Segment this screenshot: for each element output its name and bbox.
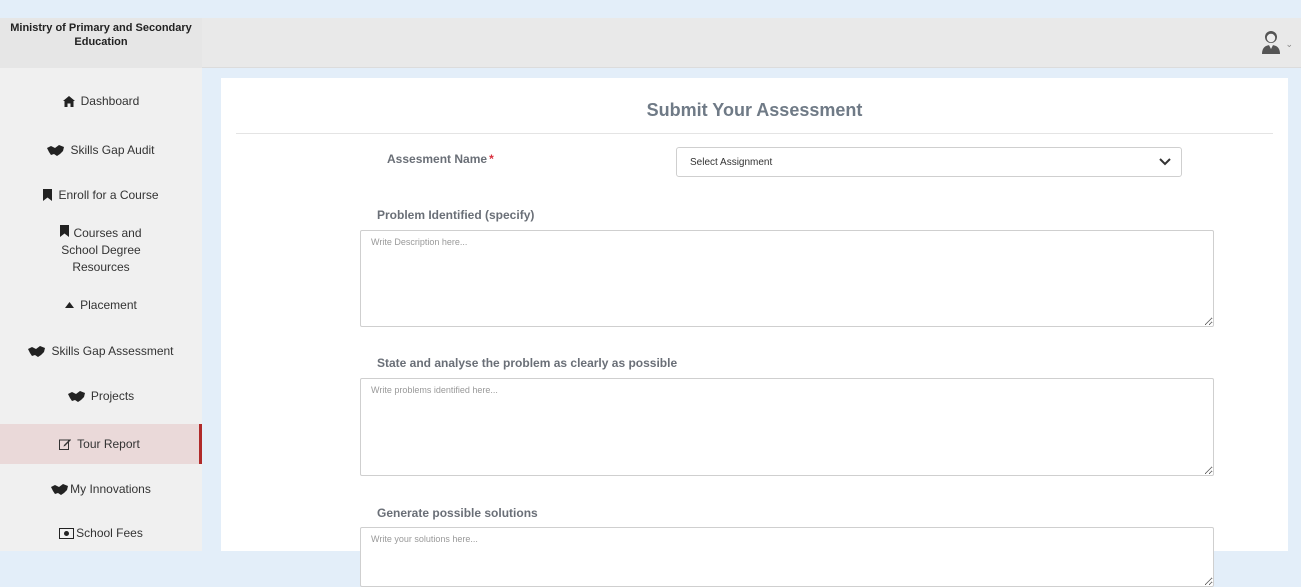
title-divider bbox=[236, 133, 1273, 134]
analyse-textarea[interactable] bbox=[360, 378, 1214, 476]
handshake-icon bbox=[28, 345, 46, 357]
chevron-down-icon: ⌄ bbox=[1285, 39, 1293, 49]
assessment-name-text: Assesment Name bbox=[387, 152, 488, 166]
problem-textarea[interactable] bbox=[360, 230, 1214, 327]
assessment-select[interactable]: Select Assignment bbox=[676, 147, 1182, 177]
sidebar: Ministry of Primary and Secondary Educat… bbox=[0, 18, 202, 551]
sidebar-item-text: Courses and School Degree Resources bbox=[41, 224, 161, 276]
user-menu[interactable]: ⌄ bbox=[1261, 30, 1293, 59]
solutions-label: Generate possible solutions bbox=[377, 506, 538, 520]
money-icon bbox=[59, 527, 75, 539]
sidebar-item-label: Skills Gap Audit bbox=[70, 142, 155, 157]
caret-up-icon bbox=[65, 302, 75, 308]
sidebar-item-label: Tour Report bbox=[77, 436, 140, 451]
bookmark-icon bbox=[43, 189, 53, 201]
analyse-label: State and analyse the problem as clearly… bbox=[377, 356, 678, 370]
sidebar-item-label: My Innovations bbox=[70, 481, 151, 496]
top-bar: ⌄ bbox=[202, 18, 1301, 68]
assessment-select-value: Select Assignment bbox=[690, 156, 773, 168]
brand-title: Ministry of Primary and Secondary Educat… bbox=[0, 18, 202, 68]
sidebar-item-placement[interactable]: Placement bbox=[0, 295, 202, 315]
handshake-icon bbox=[47, 144, 65, 156]
sidebar-item-label: School Fees bbox=[76, 525, 143, 540]
sidebar-item-label: Skills Gap Assessment bbox=[51, 343, 174, 358]
problem-label: Problem Identified (specify) bbox=[377, 208, 535, 222]
solutions-textarea[interactable] bbox=[360, 527, 1214, 587]
edit-icon bbox=[59, 438, 72, 450]
sidebar-item-courses-resources[interactable]: Courses and School Degree Resources bbox=[0, 224, 202, 274]
assessment-card: Submit Your Assessment Assesment Name * S… bbox=[221, 78, 1288, 587]
handshake-icon bbox=[51, 483, 69, 495]
handshake-icon bbox=[67, 390, 85, 402]
home-icon bbox=[62, 96, 75, 107]
required-mark: * bbox=[489, 152, 494, 166]
sidebar-item-label: Enroll for a Course bbox=[58, 187, 159, 202]
sidebar-item-skills-gap-assessment[interactable]: Skills Gap Assessment bbox=[0, 341, 202, 361]
sidebar-item-projects[interactable]: Projects bbox=[0, 386, 202, 406]
sidebar-item-label: Projects bbox=[90, 388, 135, 403]
sidebar-item-school-fees[interactable]: School Fees bbox=[0, 523, 202, 543]
page-title: Submit Your Assessment bbox=[646, 100, 863, 120]
bookmark-icon bbox=[60, 224, 70, 237]
sidebar-item-label: Placement bbox=[80, 297, 137, 312]
assessment-name-label: Assesment Name * bbox=[387, 152, 494, 166]
sidebar-item-skills-gap-audit[interactable]: Skills Gap Audit bbox=[0, 140, 202, 160]
sidebar-item-label: Dashboard bbox=[80, 94, 140, 108]
chevron-down-icon bbox=[1159, 155, 1171, 170]
user-avatar-icon bbox=[1261, 30, 1281, 59]
sidebar-item-dashboard[interactable]: Dashboard bbox=[0, 93, 202, 110]
sidebar-item-label: Courses and School Degree Resources bbox=[61, 225, 142, 274]
sidebar-item-tour-report[interactable]: Tour Report bbox=[0, 424, 202, 464]
sidebar-item-my-innovations[interactable]: My Innovations bbox=[0, 479, 202, 499]
sidebar-item-enroll-course[interactable]: Enroll for a Course bbox=[0, 185, 202, 205]
